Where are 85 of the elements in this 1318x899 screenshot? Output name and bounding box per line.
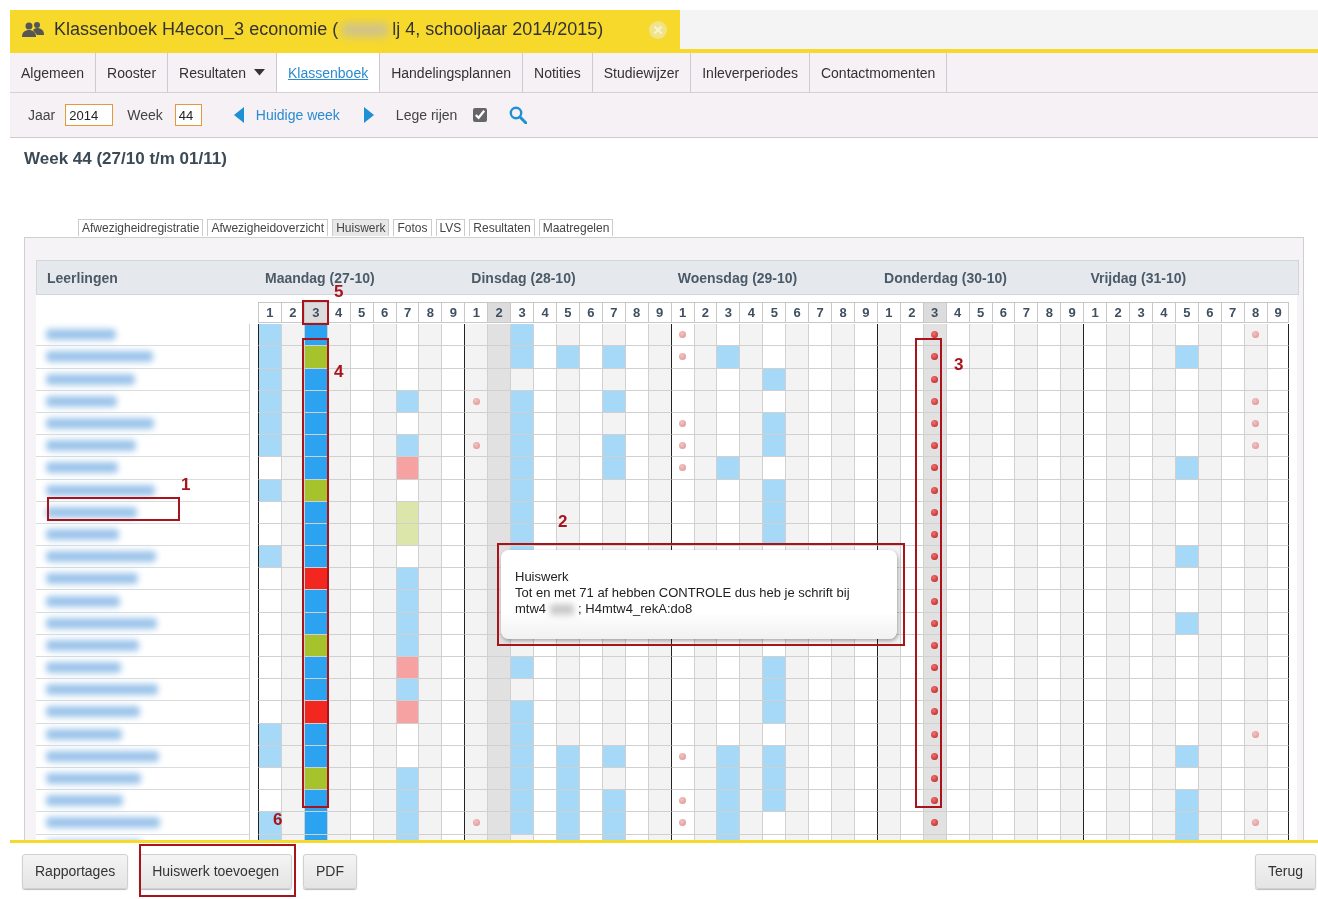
period-number: 2 [1106,302,1130,323]
period-number: 2 [899,302,923,323]
period-number: 8 [831,302,854,323]
period-number: 3 [510,302,534,323]
window-title: lj 4, schooljaar 2014/2015) [392,19,604,40]
annotation-number: 3 [954,355,964,375]
nav-tab[interactable]: Contactmomenten [809,53,948,92]
sub-tab[interactable]: Afwezigheidoverzicht [207,219,329,236]
period-number: 7 [395,302,419,323]
period-number: 3 [716,302,740,323]
annotation-number: 4 [334,362,344,382]
period-number: 6 [372,302,396,323]
period-number: 4 [326,302,350,323]
nav-tab[interactable]: Notities [523,53,593,92]
sub-tab[interactable]: LVS [435,219,466,236]
sub-tab[interactable]: Afwezigheidregistratie [78,219,204,236]
sub-tab[interactable]: Huiswerk [332,219,390,236]
period-number: 4 [533,302,556,323]
sub-tab[interactable]: Resultaten [469,219,535,236]
tooltip-text: Tot en met 71 af hebben CONTROLE dus heb je schrift bij [515,585,851,601]
period-number: 4 [945,302,969,323]
year-field[interactable]: 2014 [65,104,114,126]
empty-rows-label: Lege rijen [395,107,458,123]
period-number: 2 [487,302,511,323]
period-number: 7 [808,302,832,323]
footer-button[interactable]: PDF [303,853,358,889]
day-header: Dinsdag (28-10) [470,269,577,286]
day-header: Vrijdag (31-10) [1089,269,1188,286]
year-label: Jaar [28,107,56,123]
period-number: 6 [785,302,809,323]
annotation-number: 6 [273,810,283,830]
day-header: Woensdag (29-10) [676,269,799,286]
tooltip-text: ; H4mtw4_rekA:do8 [578,601,693,616]
period-number: 5 [349,302,373,323]
period-number: 5 [556,302,579,323]
period-number: 8 [418,302,442,323]
footer-button[interactable]: Huiswerk toevoegen [139,853,293,889]
nav-tab[interactable]: Rooster [96,53,169,92]
period-number: 2 [280,302,304,323]
period-number: 8 [1037,302,1061,323]
period-number: 7 [1014,302,1038,323]
period-number: 9 [647,302,671,323]
tooltip-title: Huiswerk [515,569,570,585]
annotation-number: 1 [181,475,191,495]
week-heading: Week 44 (27/10 t/m 01/11) [23,148,228,170]
period-number: 5 [762,302,786,323]
period-number: 1 [1083,302,1107,323]
period-number: 8 [1243,302,1267,323]
week-field[interactable]: 44 [174,104,202,126]
period-number: 2 [693,302,717,323]
period-number: 7 [601,302,625,323]
sub-tab[interactable]: Maatregelen [538,219,614,236]
sub-tab[interactable]: Fotos [393,219,432,236]
period-number: 1 [258,302,281,323]
period-number: 1 [670,302,694,323]
period-number: 1 [876,302,900,323]
nav-tab[interactable]: Handelingsplannen [380,53,524,92]
period-number: 6 [1197,302,1221,323]
nav-tab[interactable]: Inleverperiodes [691,53,810,92]
period-number: 3 [303,302,327,323]
period-number: 8 [624,302,648,323]
nav-tab[interactable]: Studiewijzer [592,53,692,92]
nav-tab[interactable]: Klassenboek [277,53,381,92]
period-number: 3 [1129,302,1152,323]
annotation-number: 2 [558,512,568,532]
period-number: 5 [968,302,992,323]
nav-tab[interactable]: Algemeen [10,53,97,92]
period-number: 4 [739,302,763,323]
tooltip-text: mtw4 [515,601,547,616]
period-number: 3 [922,302,946,323]
period-number: 6 [578,302,602,323]
footer-button[interactable]: Rapportages [22,853,129,889]
period-number: 6 [991,302,1015,323]
week-label: Week [127,107,163,123]
period-number: 9 [1060,302,1084,323]
period-number: 9 [853,302,877,323]
period-number: 9 [1266,302,1290,323]
footer-button[interactable]: Terug [1254,853,1316,889]
column-header: Leerlingen [46,269,119,286]
period-number: 9 [441,302,465,323]
period-number: 7 [1220,302,1244,323]
window-title: Klassenboek H4econ_3 economie ( [54,19,339,40]
period-number: 4 [1151,302,1175,323]
period-number: 5 [1174,302,1198,323]
day-header: Donderdag (30-10) [883,269,1008,286]
